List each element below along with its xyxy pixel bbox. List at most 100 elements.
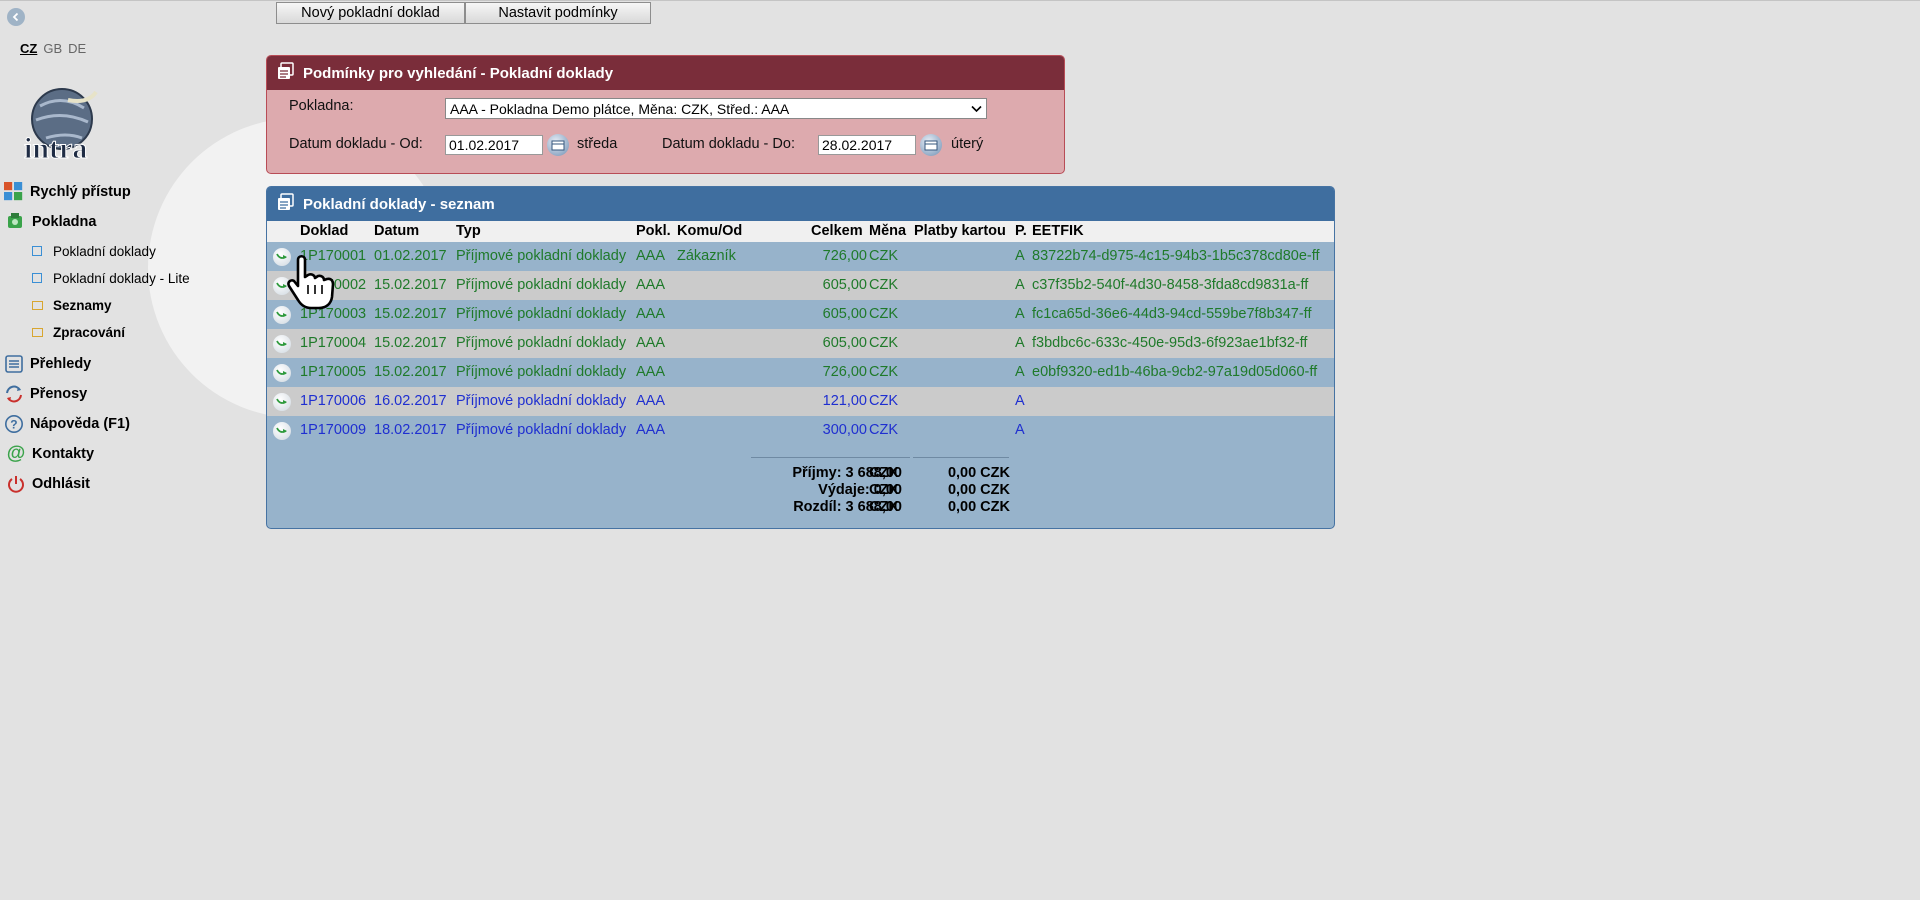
lang-cz[interactable]: CZ: [20, 41, 37, 56]
nav-cash[interactable]: Pokladna: [6, 212, 96, 232]
col-celkem[interactable]: Celkem: [811, 223, 863, 239]
list-icon: [4, 354, 24, 374]
cash-documents-list-header: Pokladní doklady - seznam: [267, 187, 1334, 221]
lang-de[interactable]: DE: [68, 41, 86, 56]
table-row[interactable]: 1P170006 16.02.2017 Příjmové pokladní dokl…: [267, 387, 1334, 416]
cell-p: A: [1015, 364, 1025, 380]
cell-typ: Příjmové pokladní doklady: [456, 248, 627, 264]
summary-expense-card: 0,00 CZK: [947, 482, 1010, 498]
nav-lists-label: Seznamy: [53, 297, 112, 313]
col-p[interactable]: P.: [1015, 223, 1027, 239]
table-row[interactable]: 1P170009 18.02.2017 Příjmové pokladní dokl…: [267, 416, 1334, 445]
nav-contacts[interactable]: @ Kontakty: [6, 443, 94, 464]
calendar-to-icon[interactable]: [920, 134, 942, 156]
nav-processing-label: Zpracování: [53, 324, 126, 340]
lang-gb[interactable]: GB: [43, 41, 62, 56]
search-conditions-header: Podmínky pro vyhledání - Pokladní doklad…: [267, 56, 1064, 90]
nav-lists[interactable]: Seznamy: [27, 295, 112, 315]
open-document-icon[interactable]: [273, 277, 291, 295]
nav-cash-documents[interactable]: Pokladní doklady: [27, 241, 156, 261]
col-datum[interactable]: Datum: [374, 223, 419, 239]
set-conditions-button[interactable]: Nastavit podmínky: [465, 2, 651, 24]
cell-doklad[interactable]: 1P170001: [300, 248, 366, 264]
nav-transfers-label: Přenosy: [30, 386, 88, 402]
cell-typ: Příjmové pokladní doklady: [456, 335, 627, 351]
cell-pokl: AAA: [636, 422, 666, 438]
cell-p: A: [1015, 277, 1025, 293]
nav-overviews[interactable]: Přehledy: [4, 354, 91, 374]
sum-divider: [868, 457, 910, 458]
open-document-icon[interactable]: [273, 393, 291, 411]
cell-pokl: AAA: [636, 306, 666, 322]
grid-icon: [4, 182, 24, 202]
cell-mena: CZK: [869, 422, 898, 438]
cell-doklad[interactable]: 1P170006: [300, 393, 366, 409]
nav-cash-documents-lite[interactable]: Pokladní doklady - Lite: [27, 268, 190, 288]
nav-processing[interactable]: Zpracování: [27, 322, 125, 342]
cell-mena: CZK: [869, 248, 898, 264]
nav-transfers[interactable]: Přenosy: [4, 384, 87, 404]
open-document-icon[interactable]: [273, 335, 291, 353]
col-pokl[interactable]: Pokl.: [636, 223, 671, 239]
nav-quick-access[interactable]: Rychlý přístup: [4, 182, 131, 202]
cell-pokl: AAA: [636, 393, 666, 409]
cell-mena: CZK: [869, 364, 898, 380]
cell-doklad[interactable]: 1P170003: [300, 306, 366, 322]
cell-pokl: AAA: [636, 335, 666, 351]
cell-datum: 15.02.2017: [374, 364, 447, 380]
date-from-label: Datum dokladu - Od:: [289, 136, 423, 152]
nav-quick-label: Rychlý přístup: [30, 184, 131, 200]
cell-datum: 15.02.2017: [374, 306, 447, 322]
new-cash-document-button[interactable]: Nový pokladní doklad: [276, 2, 465, 24]
table-row[interactable]: 1P170003 15.02.2017 Příjmové pokladní dokl…: [267, 300, 1334, 329]
table-row[interactable]: 1P170005 15.02.2017 Příjmové pokladní dokl…: [267, 358, 1334, 387]
nav-cash-documents-lite-label: Pokladní doklady - Lite: [53, 270, 190, 286]
col-doklad[interactable]: Doklad: [300, 223, 348, 239]
table-row[interactable]: 1P170004 15.02.2017 Příjmové pokladní dokl…: [267, 329, 1334, 358]
summary-income-card: 0,00 CZK: [947, 465, 1010, 481]
open-document-icon[interactable]: [273, 306, 291, 324]
cash-register-select[interactable]: AAA - Pokladna Demo plátce, Měna: CZK, S…: [445, 98, 987, 119]
search-conditions-panel: Podmínky pro vyhledání - Pokladní doklad…: [266, 55, 1065, 174]
cell-typ: Příjmové pokladní doklady: [456, 277, 627, 293]
cell-eet: e0bf9320-ed1b-46ba-9cb2-97a19d05d060-ff: [1032, 364, 1318, 380]
cash-register-value: AAA - Pokladna Demo plátce, Měna: CZK, S…: [450, 100, 790, 117]
open-document-icon[interactable]: [273, 422, 291, 440]
nav-cash-label: Pokladna: [32, 214, 97, 230]
open-document-icon[interactable]: [273, 364, 291, 382]
cell-celkem: 300,00: [822, 422, 867, 438]
date-from-input[interactable]: 01.02.2017: [445, 135, 543, 155]
cash-register-label: Pokladna:: [289, 98, 354, 114]
col-typ[interactable]: Typ: [456, 223, 481, 239]
intra-logo[interactable]: intra: [18, 86, 104, 166]
date-to-weekday: úterý: [951, 136, 984, 152]
help-icon: ?: [4, 414, 24, 434]
language-switch: CZ GB DE: [20, 41, 86, 56]
col-mena[interactable]: Měna: [869, 223, 906, 239]
date-to-input[interactable]: 28.02.2017: [818, 135, 916, 155]
folder-icon: [27, 295, 47, 315]
chevron-left-icon: [12, 12, 19, 22]
cash-documents-list-panel: Pokladní doklady - seznam Doklad Datum T…: [266, 186, 1335, 529]
table-row[interactable]: 1P170002 15.02.2017 Příjmové pokladní dokl…: [267, 271, 1334, 300]
back-button[interactable]: [7, 8, 25, 26]
cell-doklad[interactable]: 1P170009: [300, 422, 366, 438]
table-header: Doklad Datum Typ Pokl. Komu/Od Celkem Mě…: [267, 221, 1334, 242]
table-row[interactable]: 1P170001 01.02.2017 Příjmové pokladní dokl…: [267, 242, 1334, 271]
cell-doklad[interactable]: 1P170004: [300, 335, 366, 351]
cell-mena: CZK: [869, 277, 898, 293]
col-karta[interactable]: Platby kartou: [914, 223, 1006, 239]
col-komu[interactable]: Komu/Od: [677, 223, 742, 239]
calendar-from-icon[interactable]: [547, 134, 569, 156]
nav-logout[interactable]: Odhlásit: [6, 474, 90, 494]
cell-typ: Příjmové pokladní doklady: [456, 364, 627, 380]
square-icon: [27, 241, 47, 261]
nav-logout-label: Odhlásit: [32, 476, 91, 492]
cell-doklad[interactable]: 1P170002: [300, 277, 366, 293]
open-document-icon[interactable]: [273, 248, 291, 266]
cell-doklad[interactable]: 1P170005: [300, 364, 366, 380]
nav-help[interactable]: ? Nápověda (F1): [4, 414, 130, 434]
col-eet[interactable]: EETFIK: [1032, 223, 1084, 239]
cell-pokl: AAA: [636, 248, 666, 264]
cell-datum: 16.02.2017: [374, 393, 447, 409]
